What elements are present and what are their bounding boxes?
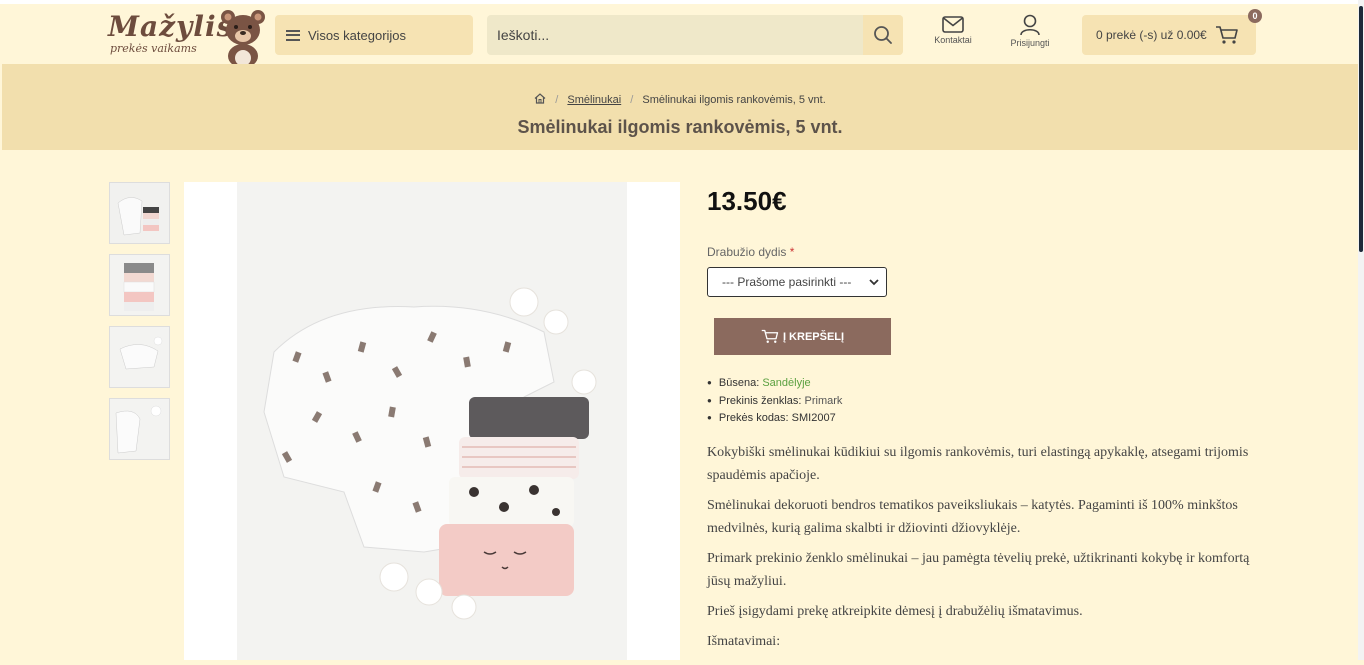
description-paragraph: Kokybiški smėlinukai kūdikiui su ilgomis… bbox=[707, 445, 1249, 483]
brand-label: Prekinis ženklas: bbox=[718, 394, 802, 407]
thumbnail-gallery bbox=[109, 182, 171, 470]
menu-icon bbox=[286, 29, 300, 41]
cart-summary: 0 prekė (-s) už 0.00€ bbox=[1096, 28, 1207, 42]
brand-value[interactable]: Primark bbox=[805, 395, 843, 407]
all-categories-button[interactable]: Visos kategorijos bbox=[275, 15, 473, 55]
logo-subtitle: prekės vaikams bbox=[110, 42, 197, 55]
breadcrumb-separator: / bbox=[630, 94, 634, 106]
scrollbar-thumb[interactable] bbox=[1359, 6, 1363, 252]
thumbnail-2[interactable] bbox=[109, 254, 170, 316]
user-icon bbox=[1020, 14, 1040, 36]
size-select[interactable]: --- Prašome pasirinkti --- bbox=[707, 267, 887, 297]
meta-status: Būsena: Sandėlyje bbox=[707, 375, 842, 393]
search-button[interactable] bbox=[863, 15, 903, 55]
size-select-value: --- Prašome pasirinkti --- bbox=[722, 275, 852, 289]
home-icon[interactable] bbox=[534, 93, 546, 104]
breadcrumb-separator: / bbox=[555, 94, 559, 106]
thumbnail-image bbox=[110, 327, 169, 387]
status-label: Būsena: bbox=[718, 377, 760, 389]
contacts-label: Kontaktai bbox=[934, 35, 972, 45]
search-icon bbox=[874, 26, 892, 44]
cart-icon bbox=[1215, 26, 1238, 44]
add-to-cart-button[interactable]: Į KREPŠELĮ bbox=[714, 318, 891, 355]
scrollbar[interactable] bbox=[1358, 0, 1364, 660]
thumbnail-4[interactable] bbox=[109, 398, 170, 460]
breadcrumb-category-link[interactable]: Smėlinukai bbox=[567, 94, 621, 106]
contacts-link[interactable]: Kontaktai bbox=[925, 16, 981, 45]
search-bar bbox=[487, 15, 903, 55]
code-value: SMI2007 bbox=[791, 412, 836, 424]
login-link[interactable]: Prisijungti bbox=[1002, 14, 1058, 48]
description-paragraph: Primark prekinio ženklo smėlinukai – jau… bbox=[707, 551, 1250, 589]
cart-count-badge: 0 bbox=[1248, 9, 1262, 23]
thumbnail-1[interactable] bbox=[109, 182, 170, 244]
product-description: Kokybiški smėlinukai kūdikiui su ilgomis… bbox=[707, 441, 1267, 660]
categories-label: Visos kategorijos bbox=[308, 27, 407, 43]
page-title: Smėlinukai ilgomis rankovėmis, 5 vnt. bbox=[517, 117, 843, 137]
description-paragraph: Prieš įsigydami prekę atkreipkite dėmesį… bbox=[707, 604, 1083, 619]
required-mark: * bbox=[789, 245, 795, 259]
chevron-down-icon bbox=[869, 279, 879, 286]
product-photo bbox=[237, 182, 627, 660]
thumbnail-image bbox=[110, 255, 169, 315]
size-label-text: Drabužio dydis bbox=[707, 245, 787, 259]
logo-title: Mažylis bbox=[108, 10, 234, 43]
login-label: Prisijungti bbox=[1010, 38, 1050, 48]
meta-brand: Prekinis ženklas: Primark bbox=[707, 393, 843, 411]
thumbnail-3[interactable] bbox=[109, 326, 170, 388]
description-paragraph: Smėlinukai dekoruoti bendros tematikos p… bbox=[707, 498, 1238, 536]
thumbnail-image bbox=[110, 183, 169, 243]
breadcrumb: / Smėlinukai / Smėlinukai ilgomis rankov… bbox=[2, 93, 1358, 106]
meta-code: Prekės kodas: SMI2007 bbox=[707, 410, 842, 428]
breadcrumb-current: Smėlinukai ilgomis rankovėmis, 5 vnt. bbox=[642, 94, 826, 106]
site-header: Mažylis prekės vaikams Visos kategorijos bbox=[0, 4, 1358, 66]
bear-logo-icon bbox=[221, 10, 265, 66]
page-banner: / Smėlinukai / Smėlinukai ilgomis rankov… bbox=[2, 64, 1358, 150]
product-price: 13.50€ bbox=[707, 186, 787, 216]
add-to-cart-label: Į KREPŠELĮ bbox=[782, 330, 845, 343]
size-label: Drabužio dydis * bbox=[707, 245, 794, 259]
description-paragraph: Išmatavimai: bbox=[707, 634, 781, 649]
thumbnail-image bbox=[110, 399, 169, 459]
envelope-icon bbox=[942, 16, 964, 33]
status-value: Sandėlyje bbox=[762, 377, 811, 389]
search-input[interactable] bbox=[487, 15, 863, 55]
code-label: Prekės kodas: bbox=[718, 412, 789, 424]
cart-icon bbox=[761, 329, 779, 343]
site-logo[interactable]: Mažylis prekės vaikams bbox=[106, 6, 266, 66]
product-meta: Būsena: Sandėlyje Prekinis ženklas: Prim… bbox=[707, 375, 843, 428]
cart-button[interactable]: 0 prekė (-s) už 0.00€ bbox=[1082, 15, 1256, 55]
main-product-image[interactable] bbox=[184, 182, 680, 660]
